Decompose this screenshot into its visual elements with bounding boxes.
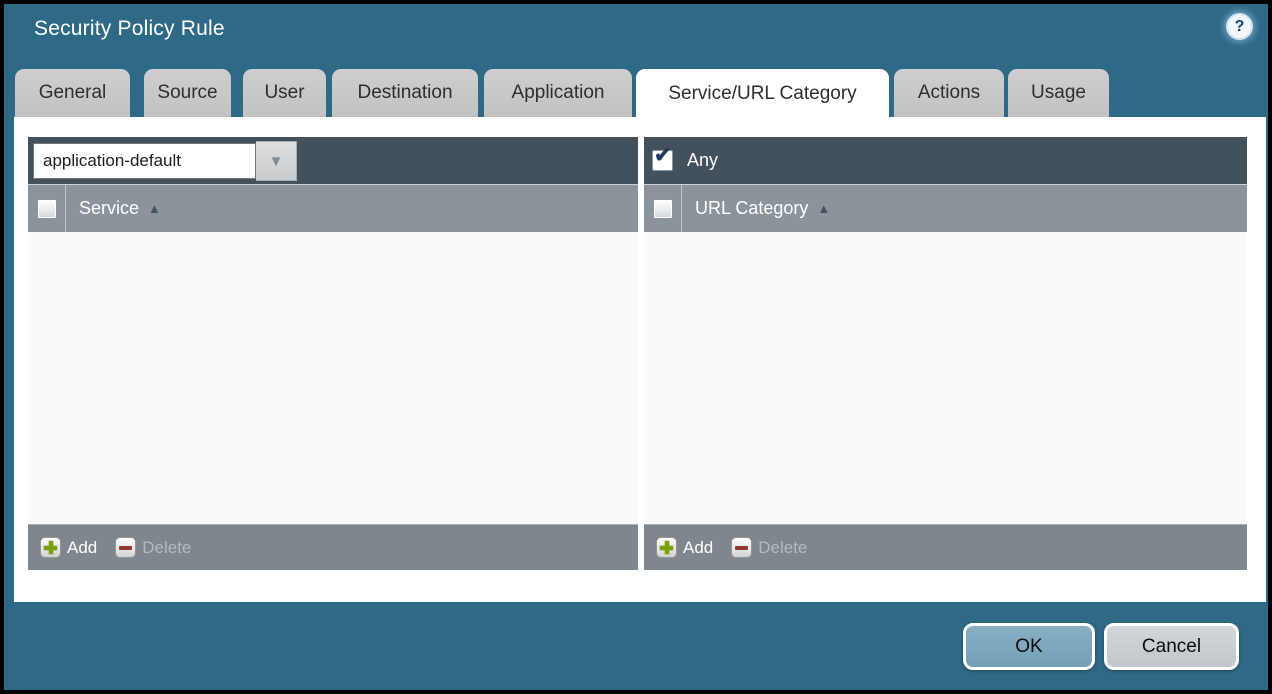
chevron-down-icon: ▼ — [269, 154, 284, 169]
service-select-all-checkbox[interactable] — [37, 199, 57, 219]
service-table-body[interactable] — [28, 232, 638, 524]
url-category-panel-footer: Add Delete — [644, 524, 1247, 570]
url-category-table-body[interactable] — [644, 232, 1247, 524]
url-category-table-header: URL Category ▲ — [644, 184, 1247, 232]
url-category-select-all-checkbox[interactable] — [653, 199, 673, 219]
cancel-button[interactable]: Cancel — [1104, 623, 1239, 670]
tab-bar: General Source User Destination Applicat… — [15, 69, 1109, 119]
url-category-toolbar: ✔ Any — [644, 137, 1247, 184]
tab-user[interactable]: User — [243, 69, 326, 117]
url-category-panel: ✔ Any URL Category ▲ Add — [644, 137, 1247, 570]
check-icon: ✔ — [654, 145, 672, 166]
service-delete-button[interactable]: Delete — [115, 537, 191, 558]
service-type-dropdown-button[interactable]: ▼ — [256, 141, 297, 181]
tab-usage[interactable]: Usage — [1008, 69, 1109, 117]
service-panel-footer: Add Delete — [28, 524, 638, 570]
tab-destination[interactable]: Destination — [332, 69, 478, 117]
url-category-select-all-cell — [644, 185, 682, 232]
help-icon[interactable]: ? — [1226, 13, 1253, 40]
tab-content-service-url-category: application-default ▼ Service ▲ — [14, 117, 1266, 602]
sort-ascending-icon: ▲ — [148, 202, 161, 215]
service-column-title[interactable]: Service ▲ — [66, 198, 161, 219]
tab-general[interactable]: General — [15, 69, 130, 117]
url-category-column-title[interactable]: URL Category ▲ — [682, 198, 830, 219]
service-add-button[interactable]: Add — [40, 537, 97, 558]
security-policy-rule-dialog: Security Policy Rule ? General Source Us… — [4, 4, 1268, 690]
tab-service-url-category[interactable]: Service/URL Category — [636, 69, 889, 119]
dialog-title: Security Policy Rule — [34, 17, 225, 41]
service-type-dropdown[interactable]: application-default ▼ — [33, 141, 297, 181]
service-panel: application-default ▼ Service ▲ — [28, 137, 638, 570]
url-category-add-button[interactable]: Add — [656, 537, 713, 558]
url-category-delete-button[interactable]: Delete — [731, 537, 807, 558]
delete-minus-icon — [115, 537, 136, 558]
sort-ascending-icon: ▲ — [817, 202, 830, 215]
service-panel-toolbar: application-default ▼ — [28, 137, 638, 184]
ok-button[interactable]: OK — [963, 623, 1095, 670]
add-plus-icon — [656, 537, 677, 558]
add-plus-icon — [40, 537, 61, 558]
delete-minus-icon — [731, 537, 752, 558]
tab-source[interactable]: Source — [144, 69, 231, 117]
help-glyph: ? — [1235, 18, 1245, 36]
tab-actions[interactable]: Actions — [894, 69, 1004, 117]
tab-application[interactable]: Application — [484, 69, 632, 117]
any-checkbox[interactable]: ✔ — [652, 150, 673, 171]
service-select-all-cell — [28, 185, 66, 232]
service-type-value[interactable]: application-default — [33, 143, 256, 179]
any-row: ✔ Any — [644, 137, 1247, 184]
any-label: Any — [687, 150, 718, 171]
service-table-header: Service ▲ — [28, 184, 638, 232]
